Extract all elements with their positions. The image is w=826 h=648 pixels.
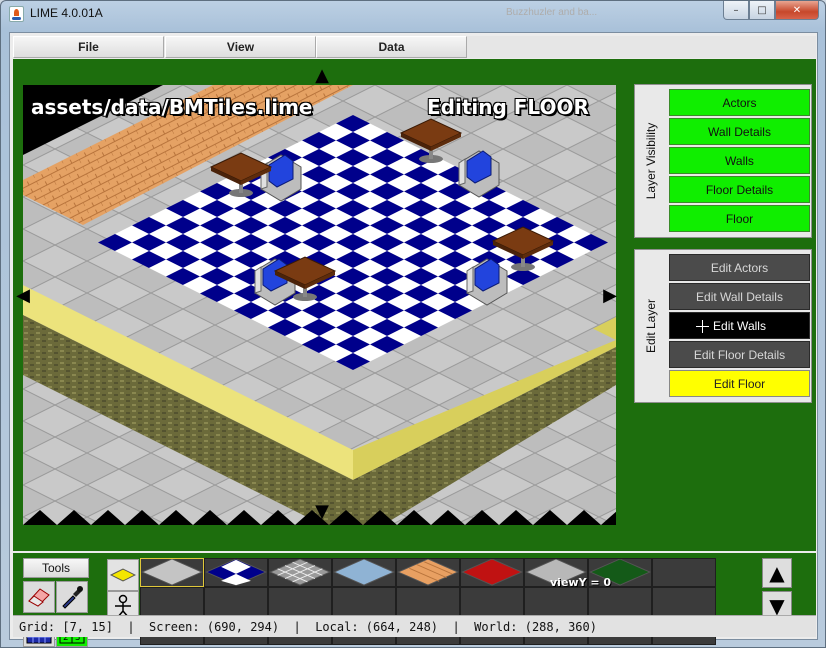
layer-visibility-panel: Layer Visibility Actors Wall Details Wal…	[634, 84, 812, 238]
edit-actors-button[interactable]: Edit Actors	[669, 254, 810, 281]
tools-area: Tools 2 3 viewY = 0 ▲ ▼	[13, 553, 816, 647]
java-app-icon	[9, 6, 24, 22]
isometric-map-canvas[interactable]	[23, 85, 616, 525]
scroll-left-arrow[interactable]: ◀	[12, 285, 34, 307]
palette-empty-cell[interactable]	[652, 558, 716, 587]
menu-bar: File View Data	[13, 36, 816, 58]
palette-glass-tile[interactable]	[332, 558, 396, 587]
map-viewport-frame: assets/data/BMTiles.lime Editing FLOOR	[23, 85, 616, 525]
edit-floor-details-button[interactable]: Edit Floor Details	[669, 341, 810, 368]
toggle-walls-visibility[interactable]: Walls	[669, 147, 810, 174]
close-button[interactable]: ✕	[775, 1, 819, 20]
title-bar[interactable]: LIME 4.0.01A Buzzhuzler and ba... – □ ✕	[1, 1, 826, 27]
palette-gray-tile[interactable]	[140, 558, 204, 587]
palette-empty-cell[interactable]	[332, 587, 396, 616]
application-window: LIME 4.0.01A Buzzhuzler and ba... – □ ✕ …	[0, 0, 826, 648]
edit-layer-panel: Edit Layer Edit Actors Edit Wall Details…	[634, 249, 812, 403]
view-y-readout: viewY = 0	[550, 576, 612, 589]
layer-visibility-title: Layer Visibility	[644, 122, 659, 200]
menu-file[interactable]: File	[13, 36, 164, 58]
palette-empty-cell[interactable]	[268, 587, 332, 616]
maximize-button[interactable]: □	[749, 1, 775, 20]
client-area: File View Data assets/data/BMTiles.lime …	[9, 32, 818, 647]
palette-empty-cell[interactable]	[140, 587, 204, 616]
palette-empty-cell[interactable]	[460, 587, 524, 616]
toggle-floor-visibility[interactable]: Floor	[669, 205, 810, 232]
crosshair-cursor	[696, 320, 709, 333]
menu-data[interactable]: Data	[316, 36, 467, 58]
scroll-right-arrow[interactable]: ▶	[599, 285, 621, 307]
map-file-path: assets/data/BMTiles.lime	[31, 95, 313, 119]
window-title: LIME 4.0.01A	[30, 6, 103, 20]
background-tab-ghost: Buzzhuzler and ba...	[506, 7, 598, 18]
scroll-up-arrow[interactable]: ▲	[311, 65, 333, 87]
editing-layer-label: Editing FLOOR	[427, 95, 589, 119]
palette-empty-cell[interactable]	[524, 587, 588, 616]
status-bar: Grid: [7, 15] | Screen: (690, 294) | Loc…	[13, 615, 816, 637]
tile-mode-button[interactable]	[107, 559, 139, 591]
palette-empty-cell[interactable]	[652, 587, 716, 616]
menu-view[interactable]: View	[165, 36, 316, 58]
palette-empty-cell[interactable]	[396, 587, 460, 616]
minimize-button[interactable]: –	[723, 1, 749, 20]
toggle-actors-visibility[interactable]: Actors	[669, 89, 810, 116]
tools-label: Tools	[23, 558, 89, 578]
eyedropper-icon	[62, 586, 83, 609]
edit-walls-label: Edit Walls	[713, 318, 766, 333]
edit-layer-title: Edit Layer	[644, 298, 658, 354]
edit-wall-details-button[interactable]: Edit Wall Details	[669, 283, 810, 310]
scroll-down-arrow[interactable]: ▼	[311, 501, 333, 523]
palette-wood-tile[interactable]	[396, 558, 460, 587]
palette-empty-cell[interactable]	[588, 587, 652, 616]
edit-floor-button[interactable]: Edit Floor	[669, 370, 810, 397]
toggle-wall-details-visibility[interactable]: Wall Details	[669, 118, 810, 145]
edit-walls-button[interactable]: Edit Walls	[669, 312, 810, 339]
palette-scroll-up[interactable]: ▲	[762, 558, 792, 588]
eraser-icon	[28, 588, 50, 607]
eyedropper-tool-button[interactable]	[56, 581, 88, 613]
eraser-tool-button[interactable]	[23, 581, 55, 613]
palette-blue-checker-tile[interactable]	[204, 558, 268, 587]
diamond-tile-icon	[110, 568, 136, 582]
palette-grate-tile[interactable]	[268, 558, 332, 587]
palette-empty-cell[interactable]	[204, 587, 268, 616]
palette-red-carpet-tile[interactable]	[460, 558, 524, 587]
viewport-container: assets/data/BMTiles.lime Editing FLOOR ▲…	[15, 61, 620, 549]
editor-area: assets/data/BMTiles.lime Editing FLOOR ▲…	[13, 59, 816, 551]
toggle-floor-details-visibility[interactable]: Floor Details	[669, 176, 810, 203]
